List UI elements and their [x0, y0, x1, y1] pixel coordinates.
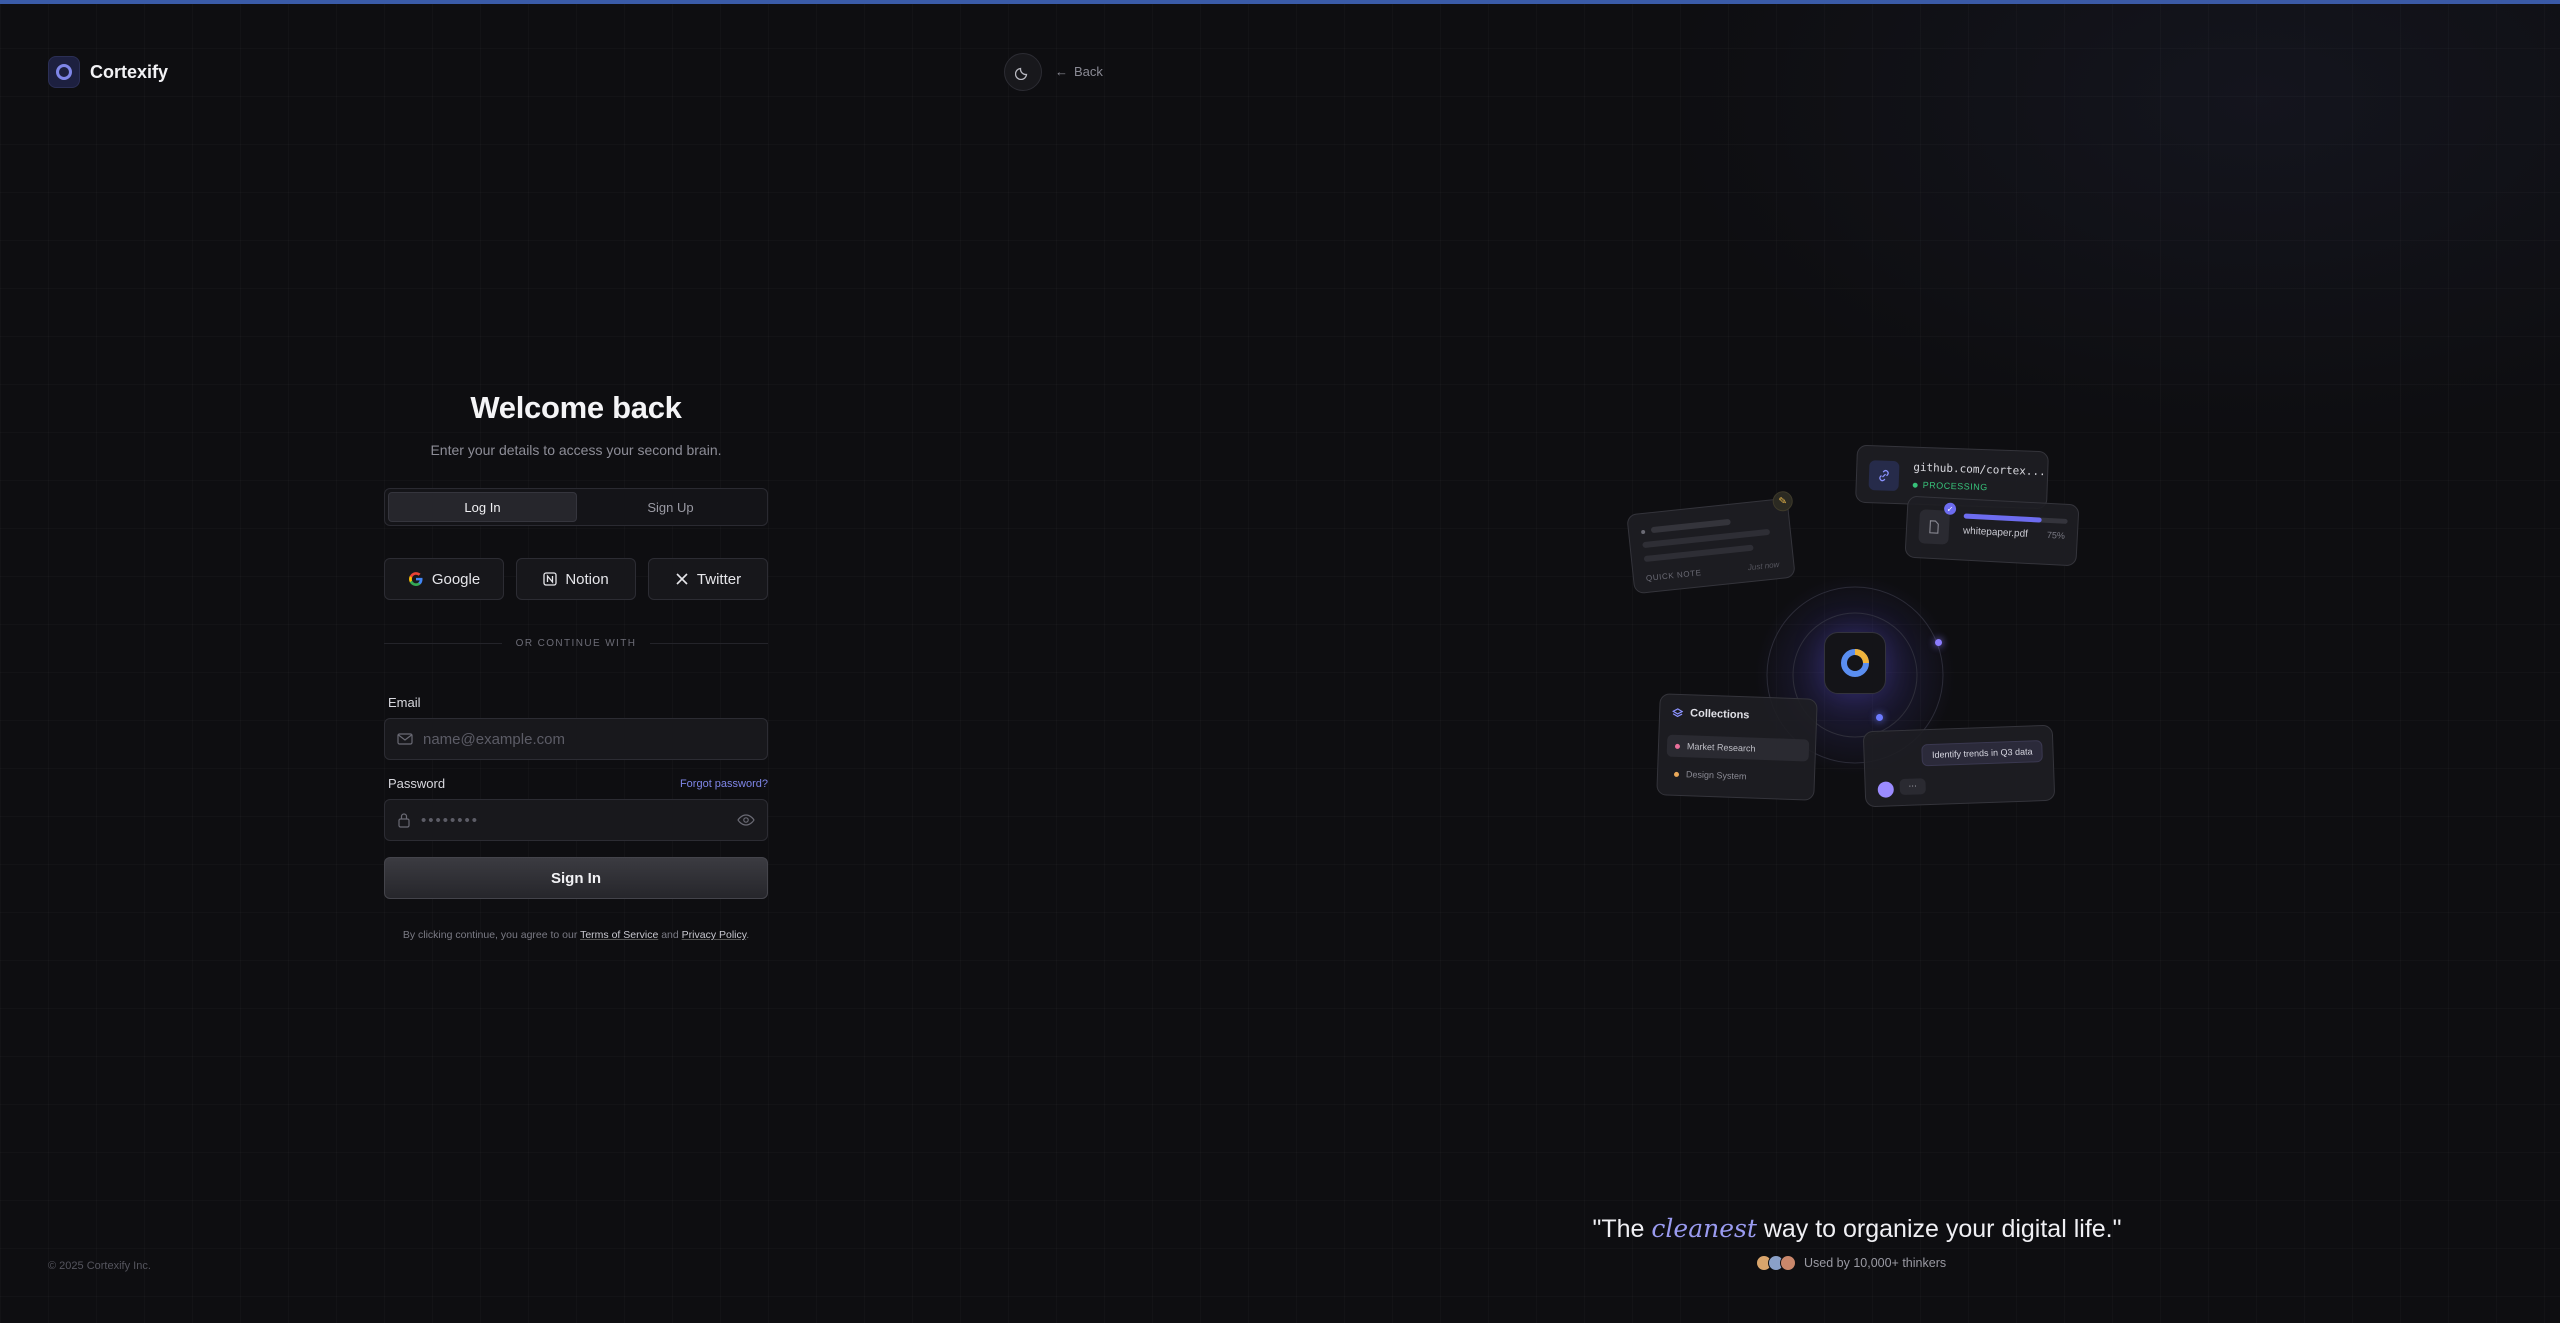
logo-icon — [48, 56, 80, 88]
email-placeholder: name@example.com — [423, 730, 565, 748]
email-label: Email — [388, 695, 421, 710]
notion-label: Notion — [565, 570, 609, 588]
twitter-login-button[interactable]: Twitter — [648, 558, 768, 600]
chat-card: Identify trends in Q3 data ... — [1862, 724, 2056, 808]
moon-icon — [1015, 67, 1028, 80]
google-label: Google — [431, 570, 481, 588]
link-icon — [1868, 460, 1900, 492]
privacy-policy-link[interactable]: Privacy Policy — [682, 929, 747, 941]
forgot-password-link[interactable]: Forgot password? — [680, 778, 768, 790]
twitter-label: Twitter — [696, 570, 742, 588]
eye-icon[interactable] — [737, 814, 755, 826]
avatar-group — [1756, 1255, 1796, 1271]
mail-icon — [397, 733, 413, 745]
tab-sign-up[interactable]: Sign Up — [577, 492, 764, 522]
password-masked-value: •••••••• — [421, 811, 480, 829]
password-field[interactable]: •••••••• — [384, 799, 768, 841]
quote-emphasis: cleanest — [1651, 1214, 1757, 1243]
file-icon — [1918, 509, 1951, 545]
collection-dot — [1674, 743, 1681, 749]
edit-badge-icon: ✎ — [1771, 490, 1794, 513]
password-label: Password — [388, 776, 446, 791]
back-label: Back — [1074, 64, 1103, 79]
brand-name: Cortexify — [90, 61, 169, 82]
back-link[interactable]: ← Back — [1055, 64, 1103, 79]
sign-in-button[interactable]: Sign In — [384, 857, 768, 899]
divider: OR CONTINUE WITH — [384, 638, 769, 649]
upload-progress-fill — [1963, 513, 2042, 523]
social-proof: Used by 10,000+ thinkers — [1756, 1255, 1946, 1271]
upload-progress-track — [1963, 513, 2068, 524]
note-line — [1643, 544, 1754, 563]
avatar — [1780, 1255, 1796, 1271]
divider-label: OR CONTINUE WITH — [515, 638, 637, 649]
processing-status: PROCESSING — [1922, 479, 1988, 493]
note-time: Just now — [1747, 559, 1780, 573]
file-percent: 75% — [2046, 529, 2066, 541]
auth-tabs: Log In Sign Up — [384, 488, 768, 526]
google-login-button[interactable]: Google — [384, 558, 504, 600]
brand[interactable]: Cortexify — [48, 56, 168, 88]
note-line — [1650, 518, 1731, 534]
page-subtitle: Enter your details to access your second… — [430, 442, 722, 458]
collections-card: Collections Market Research Design Syste… — [1656, 693, 1818, 801]
link-url: github.com/cortex... — [1913, 460, 2046, 479]
quick-note-card: ✎ QUICK NOTE Just now — [1626, 490, 1796, 595]
collection-item: Market Research — [1666, 734, 1810, 762]
status-dot — [1912, 482, 1918, 488]
collection-item: Design System — [1666, 763, 1809, 790]
tab-log-in[interactable]: Log In — [388, 492, 577, 522]
lock-icon — [398, 813, 410, 828]
terms-text: By clicking continue, you agree to our T… — [402, 929, 750, 941]
email-field[interactable]: name@example.com — [384, 718, 768, 760]
note-label: QUICK NOTE — [1645, 568, 1702, 583]
file-name: whitepaper.pdf — [1962, 525, 2029, 540]
social-login-group: Google Notion Twitter — [384, 558, 768, 600]
notion-login-button[interactable]: Notion — [516, 558, 636, 600]
orbit-dot — [1876, 714, 1883, 721]
typing-indicator: ... — [1899, 778, 1926, 796]
login-form: Welcome back Enter your details to acces… — [384, 390, 769, 941]
background-glow — [1560, 0, 2560, 500]
collection-dot — [1673, 771, 1680, 777]
top-accent-bar — [0, 0, 2560, 4]
chat-prompt-bubble: Identify trends in Q3 data — [1921, 740, 2043, 767]
check-icon: ✓ — [1943, 502, 1957, 516]
testimonial-quote: "The cleanest way to organize your digit… — [1592, 1214, 2122, 1243]
x-icon — [676, 573, 688, 585]
layers-icon — [1671, 707, 1684, 717]
google-icon — [408, 572, 423, 586]
assistant-avatar — [1877, 781, 1895, 798]
orbit-dot — [1935, 639, 1942, 646]
arrow-left-icon: ← — [1055, 64, 1068, 79]
terms-of-service-link[interactable]: Terms of Service — [580, 929, 658, 941]
collections-title: Collections — [1689, 707, 1750, 722]
theme-toggle-button[interactable] — [1004, 53, 1042, 91]
page-title: Welcome back — [470, 390, 682, 425]
file-card: ✓ whitepaper.pdf 75% — [1904, 495, 2080, 567]
social-proof-text: Used by 10,000+ thinkers — [1804, 1256, 1947, 1270]
notion-icon — [543, 572, 557, 586]
app-core-icon — [1824, 632, 1886, 694]
copyright: © 2025 Cortexify Inc. — [48, 1260, 151, 1272]
